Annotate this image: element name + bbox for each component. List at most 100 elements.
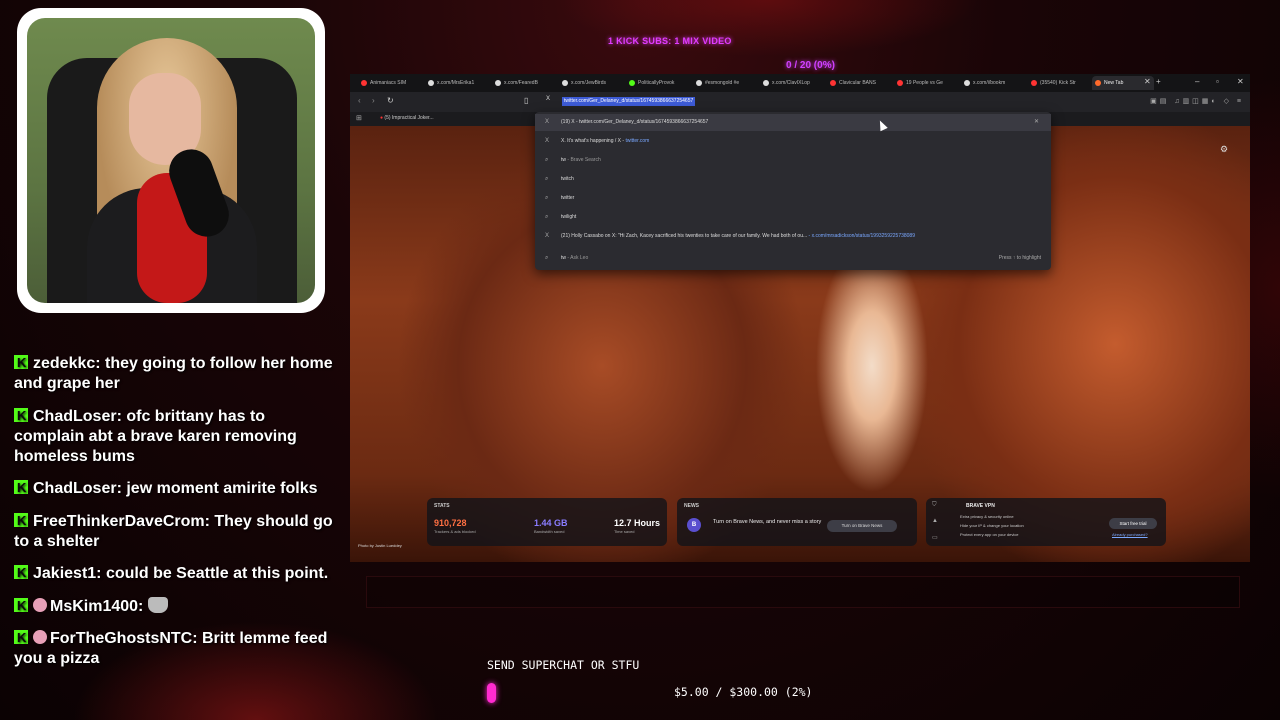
stat-value: 12.7 Hours xyxy=(614,518,661,528)
chat-message: ForTheGhostsNTC: Britt lemme feed you a … xyxy=(14,628,334,669)
tab-label: x.com/ClavIXLop xyxy=(772,80,810,86)
tab-label: 19 People vs Ge xyxy=(906,80,943,86)
chat-text: jew moment amirite folks xyxy=(126,480,318,497)
bookmark-icon[interactable]: ▯ xyxy=(524,96,528,105)
suggestion-row[interactable]: ⌕ twilight xyxy=(535,209,1051,226)
chat-message: zedekkc: they going to follow her home a… xyxy=(14,353,334,394)
suggestion-row[interactable]: ⌕ tw - Ask Leo Press ↑ to highlight xyxy=(535,250,1051,267)
vpn-feature: Hide your IP & change your location xyxy=(960,523,1024,528)
suggestion-row[interactable]: X (21) Holly Cassabo on X: "Hi Zach, Kace… xyxy=(535,228,1051,245)
minimize-icon[interactable]: – xyxy=(1195,77,1199,86)
tab-favicon-icon xyxy=(629,80,635,86)
chat-username: ChadLoser xyxy=(33,480,117,497)
search-icon: ⌕ xyxy=(545,157,549,163)
cat-emote-icon xyxy=(147,596,168,613)
suggestion-url: twitter.com xyxy=(625,138,650,144)
x-logo-icon: X xyxy=(545,119,550,125)
tab[interactable]: x.com/FearedB xyxy=(492,76,564,90)
overlay-empty-bar xyxy=(366,576,1240,608)
tab[interactable]: x.com/JewBirds xyxy=(559,76,631,90)
suggestion-row[interactable]: X (19) X - twitter.com/Ger_Delaney_d/stat… xyxy=(535,114,1051,131)
suggestion-source: - Ask Leo xyxy=(566,255,589,261)
avatar xyxy=(33,597,47,612)
superchat-progress-bar xyxy=(487,683,496,703)
tab-label: Clavicular BANS xyxy=(839,80,876,86)
chat-username: MsKim1400 xyxy=(50,597,139,615)
address-bar[interactable]: X twitter.com/Ger_Delaney_d/status/16745… xyxy=(540,96,1050,108)
stats-widget: STATS 910,728 Trackers & ads blocked 1.4… xyxy=(427,498,667,546)
vpn-title: BRAVE VPN xyxy=(966,503,995,509)
remove-suggestion-icon[interactable]: ✕ xyxy=(1034,114,1039,131)
apps-grid-icon[interactable]: ⊞ xyxy=(356,114,362,122)
kick-badge-icon xyxy=(14,406,28,426)
toolbar-extension-icons[interactable]: ▣▤ ♫▥◫▦◐ ◇ ≡ xyxy=(1150,97,1244,105)
chat-username: Jakiest1 xyxy=(33,565,97,582)
tab-label: Animaniacs SIM xyxy=(370,80,407,86)
forward-icon[interactable]: › xyxy=(372,96,375,105)
chat-message: ChadLoser: ofc brittany has to complain … xyxy=(14,406,334,467)
bookmark-label: (5) Impractical Joker... xyxy=(384,115,434,121)
tab[interactable]: #esmongold #e xyxy=(693,76,765,90)
stat-label: Bandwidth saved xyxy=(534,529,565,534)
kick-badge-icon xyxy=(14,596,28,616)
maximize-icon[interactable]: ▫ xyxy=(1216,77,1219,86)
suggestion-row[interactable]: ⌕ twitter xyxy=(535,190,1051,207)
chat-message: MsKim1400: xyxy=(14,596,334,617)
settings-gear-icon[interactable]: ⚙ xyxy=(1220,144,1228,155)
bookmark-item[interactable]: ● (5) Impractical Joker... xyxy=(380,115,434,121)
tab-favicon-icon xyxy=(1031,80,1037,86)
tab-favicon-icon xyxy=(964,80,970,86)
tab[interactable]: x.com/ClavIXLop xyxy=(760,76,832,90)
tab[interactable]: PoliticallyProvok xyxy=(626,76,698,90)
news-title: NEWS xyxy=(684,503,699,509)
tab-favicon-icon xyxy=(361,80,367,86)
news-widget: NEWS B Turn on Brave News, and never mis… xyxy=(677,498,917,546)
chat-username: ForTheGhostsNTC xyxy=(50,630,193,647)
search-icon: ⌕ xyxy=(545,255,549,261)
already-purchased-link[interactable]: Already purchased? xyxy=(1112,532,1148,537)
suggestion-row[interactable]: ⌕ twitch xyxy=(535,171,1051,188)
kick-badge-icon xyxy=(14,353,28,373)
new-tab-icon[interactable]: + xyxy=(1156,77,1161,86)
news-text: Turn on Brave News, and never miss a sto… xyxy=(713,519,822,525)
kick-badge-icon xyxy=(14,563,28,583)
tab[interactable]: x.com/MrsErika1 xyxy=(425,76,497,90)
tab-favicon-icon xyxy=(897,80,903,86)
tab-label: x.com/FearedB xyxy=(504,80,538,86)
photo-credit[interactable]: Photo by Justin Lueddey xyxy=(358,543,402,548)
suggestion-text: twilight xyxy=(561,214,577,220)
tab-label: New Tab xyxy=(1104,80,1124,86)
tab[interactable]: x.com/i/bookm xyxy=(961,76,1033,90)
suggestion-text: X. It's what's happening / X - xyxy=(561,138,626,144)
tab-favicon-icon xyxy=(562,80,568,86)
start-free-trial-button[interactable]: Start free trial xyxy=(1109,518,1157,529)
kick-badge-icon xyxy=(14,511,28,531)
sub-goal-counter: 0 / 20 (0%) xyxy=(786,60,835,71)
tab-label: PoliticallyProvok xyxy=(638,80,675,86)
turn-on-news-button[interactable]: Turn on Brave News xyxy=(827,520,897,532)
browser-toolbar: ‹ › ↻ ▯ X twitter.com/Ger_Delaney_d/stat… xyxy=(350,92,1250,112)
tab[interactable]: Clavicular BANS xyxy=(827,76,899,90)
tab[interactable]: (35540) Kick Str xyxy=(1028,76,1100,90)
card-icon[interactable]: ▭ xyxy=(932,534,938,541)
vpn-shield-icon[interactable]: ⛉ xyxy=(932,502,937,509)
warning-icon[interactable]: ▲ xyxy=(932,518,938,524)
tab[interactable]: Animaniacs SIM xyxy=(358,76,430,90)
back-icon[interactable]: ‹ xyxy=(358,96,361,105)
suggestion-row[interactable]: ⌕ tw - Brave Search xyxy=(535,152,1051,169)
tab[interactable]: 19 People vs Ge xyxy=(894,76,966,90)
tab-label: #esmongold #e xyxy=(705,80,740,86)
close-tab-icon[interactable]: ✕ xyxy=(1144,77,1151,86)
reload-icon[interactable]: ↻ xyxy=(387,96,394,105)
x-logo-icon: X xyxy=(545,138,550,144)
kick-badge-icon xyxy=(14,628,28,648)
suggestion-text: (21) Holly Cassabo on X: "Hi Zach, Kacey… xyxy=(561,233,808,239)
stat-value: 910,728 xyxy=(434,518,467,528)
suggestion-row[interactable]: X X. It's what's happening / X - twitter.… xyxy=(535,133,1051,150)
chat-message: ChadLoser: jew moment amirite folks xyxy=(14,478,334,499)
stat-bandwidth: 1.44 GB Bandwidth saved xyxy=(534,518,568,534)
search-icon: ⌕ xyxy=(545,195,549,201)
superchat-label: SEND SUPERCHAT OR STFU xyxy=(487,658,640,672)
url-text[interactable]: twitter.com/Ger_Delaney_d/status/1674593… xyxy=(562,97,696,106)
window-close-icon[interactable]: ✕ xyxy=(1237,77,1244,86)
